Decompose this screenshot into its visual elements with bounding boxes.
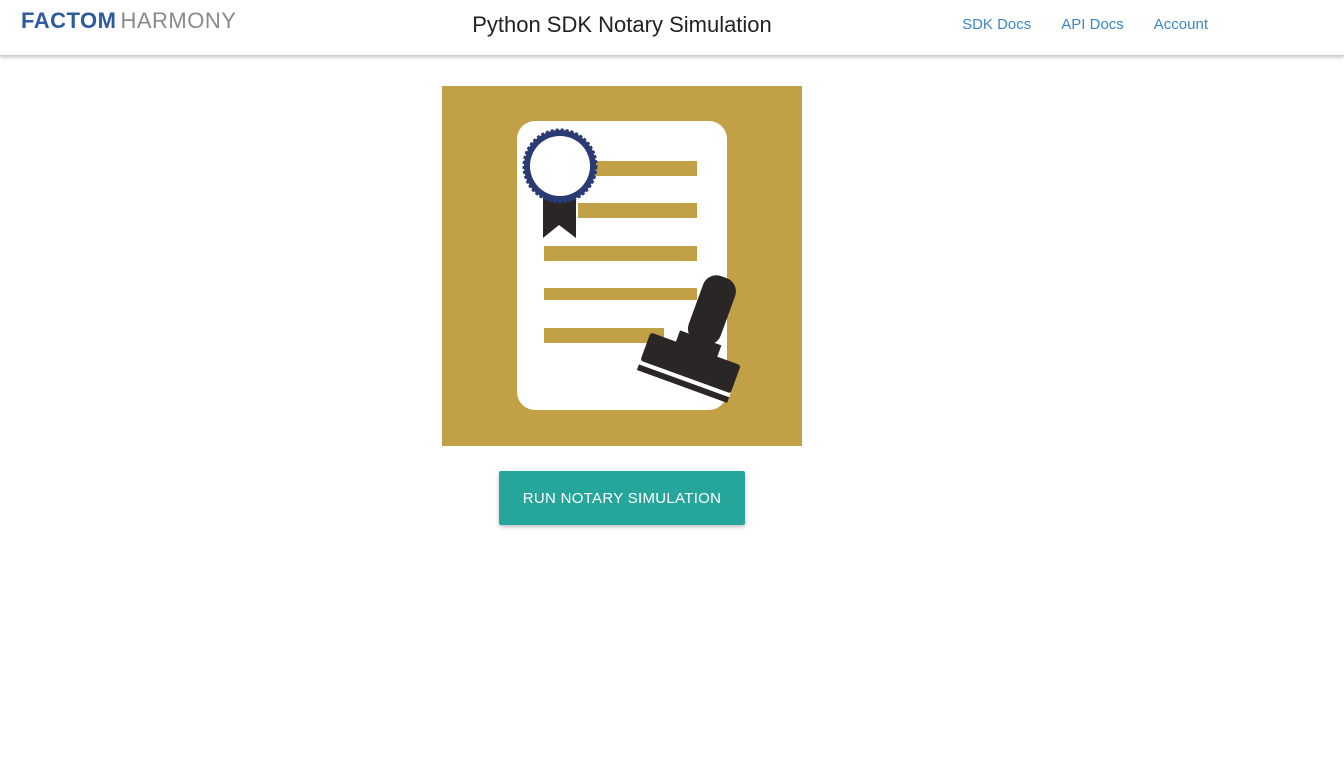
document-line — [594, 161, 697, 176]
seal-center — [530, 136, 590, 196]
nav-link-api-docs[interactable]: API Docs — [1061, 16, 1124, 34]
document-line — [544, 246, 697, 261]
document-line — [544, 328, 664, 343]
nav-link-sdk-docs[interactable]: SDK Docs — [962, 16, 1031, 34]
notarized-document-icon — [517, 121, 740, 410]
nav-link-account[interactable]: Account — [1154, 16, 1208, 34]
notary-illustration — [442, 86, 802, 446]
header-nav: SDK Docs API Docs Account — [962, 16, 1208, 34]
document-line — [578, 203, 697, 218]
top-navbar: FACTOM HARMONY Python SDK Notary Simulati… — [0, 0, 1344, 56]
document-line — [544, 288, 697, 300]
run-notary-simulation-button[interactable]: RUN NOTARY SIMULATION — [499, 471, 745, 525]
